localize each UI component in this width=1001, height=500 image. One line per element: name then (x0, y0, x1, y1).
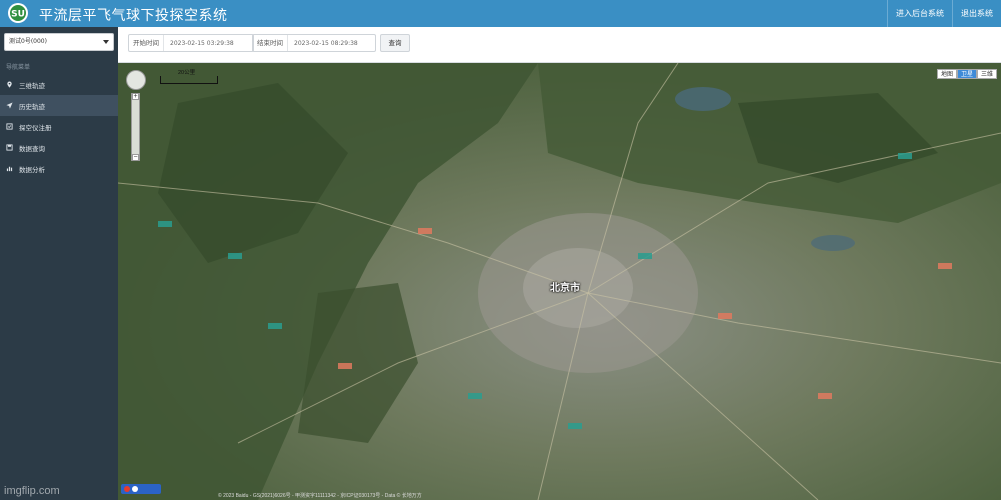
zoom-slider[interactable]: + − (131, 93, 140, 161)
end-time-value[interactable]: 2023-02-15 08:29:38 (288, 40, 364, 47)
map-copyright: © 2023 Baidu - GS(2021)6026号 - 甲测资字11111… (218, 493, 422, 499)
map-type-satellite[interactable]: 卫星 (956, 69, 977, 79)
sidebar-item-sonde-register[interactable]: 探空仪注册 (0, 116, 118, 137)
app-header: SU 平流层平飞气球下投探空系统 进入后台系统 退出系统 (0, 0, 1001, 27)
sidebar-item-label: 数据分析 (19, 165, 45, 174)
query-toolbar: 开始时间 2023-02-15 03:29:38 结束时间 2023-02-15… (118, 27, 1001, 63)
baidu-logo-icon (121, 484, 161, 494)
chevron-down-icon (103, 40, 109, 44)
sidebar-item-history-track[interactable]: 历史轨迹 (0, 95, 118, 116)
database-icon (6, 144, 13, 151)
menu-title: 导航菜单 (6, 64, 31, 71)
sidebar-item-data-query[interactable]: 数据查询 (0, 137, 118, 158)
scale-bar (160, 76, 218, 84)
sidebar-item-3d-track[interactable]: 三维轨迹 (0, 74, 118, 95)
start-time-label: 开始时间 (129, 35, 164, 51)
logo-icon: SU (8, 3, 28, 23)
start-time-field[interactable]: 开始时间 2023-02-15 03:29:38 (128, 34, 254, 52)
map-type-map[interactable]: 地图 (936, 69, 957, 79)
admin-system-link[interactable]: 进入后台系统 (887, 0, 952, 27)
sidebar-item-label: 探空仪注册 (19, 123, 52, 132)
map-type-switch: 地图 卫星 三维 (936, 69, 997, 79)
start-time-value[interactable]: 2023-02-15 03:29:38 (164, 40, 240, 47)
sidebar-item-data-analysis[interactable]: 数据分析 (0, 158, 118, 179)
sidebar-item-label: 数据查询 (19, 144, 45, 153)
watermark: imgflip.com (4, 485, 60, 497)
app-title: 平流层平飞气球下投探空系统 (39, 8, 228, 24)
sidebar-menu: 三维轨迹 历史轨迹 探空仪注册 数据查询 数据分析 (0, 74, 118, 179)
zoom-out-button[interactable]: − (132, 154, 139, 161)
chart-icon (6, 166, 13, 172)
header-links: 进入后台系统 退出系统 (887, 0, 1001, 27)
city-label: 北京市 (550, 283, 580, 294)
send-arrow-icon (6, 102, 13, 109)
end-time-label: 结束时间 (253, 35, 288, 51)
register-icon (6, 123, 13, 130)
scale-label: 20公里 (178, 70, 196, 76)
sidebar-item-label: 三维轨迹 (19, 81, 45, 90)
zoom-in-button[interactable]: + (132, 93, 139, 100)
query-button[interactable]: 查询 (380, 34, 410, 52)
logout-link[interactable]: 退出系统 (952, 0, 1001, 27)
map-type-3d[interactable]: 三维 (976, 69, 997, 79)
device-select-value: 测试0号(000) (9, 38, 47, 45)
end-time-field[interactable]: 结束时间 2023-02-15 08:29:38 (252, 34, 376, 52)
logo-text: SU (11, 10, 25, 20)
map-view[interactable]: + − 20公里 地图 卫星 三维 北京市 © 2023 Baidu - GS(… (118, 63, 1001, 500)
location-pin-icon (7, 81, 12, 88)
sidebar: 测试0号(000) 导航菜单 三维轨迹 历史轨迹 探空仪注册 数据查询 数据分析… (0, 27, 118, 500)
device-select[interactable]: 测试0号(000) (4, 33, 114, 51)
sidebar-item-label: 历史轨迹 (19, 102, 45, 111)
pan-control[interactable] (126, 70, 146, 90)
